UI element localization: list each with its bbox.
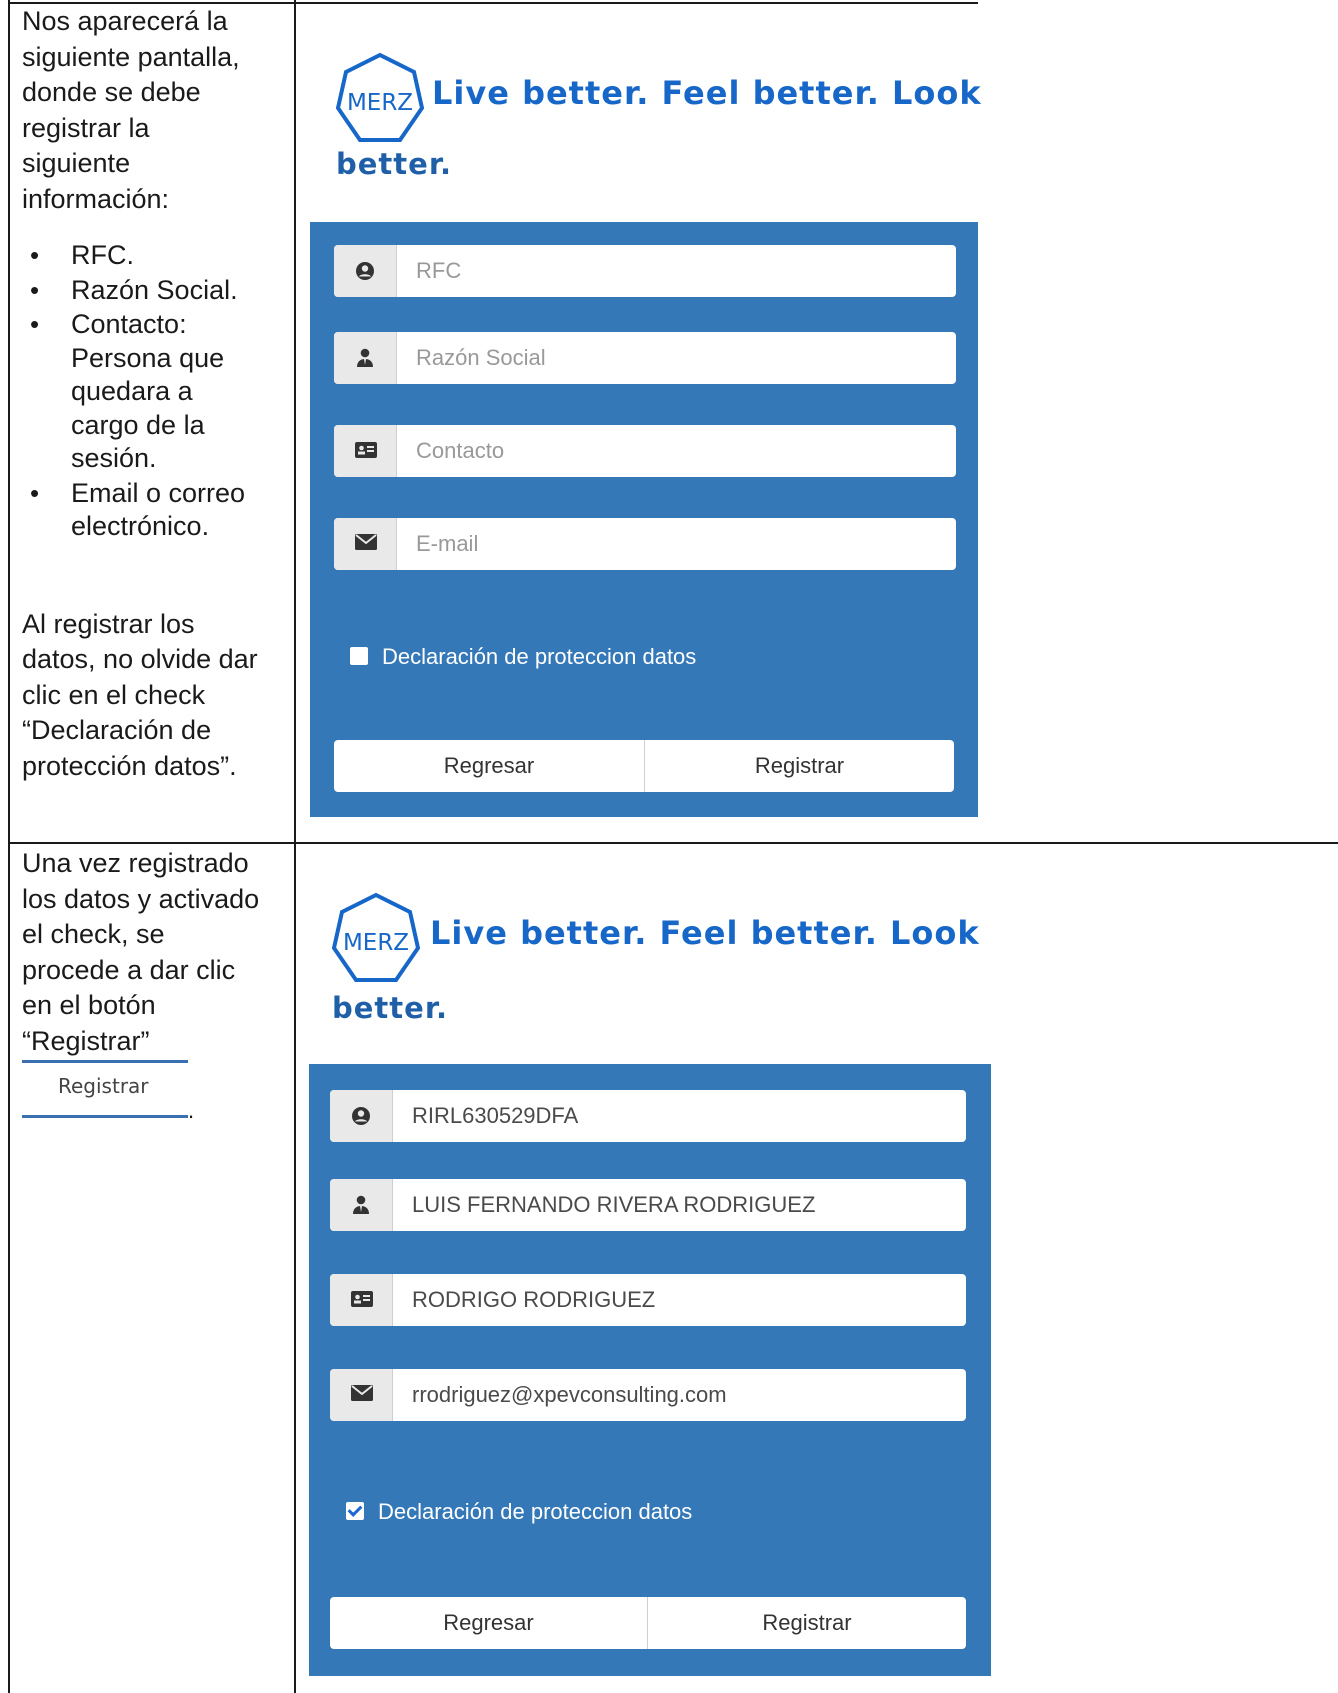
razon-social-field[interactable]: LUIS FERNANDO RIVERA RODRIGUEZ <box>330 1179 966 1231</box>
table-row-divider <box>8 842 1338 844</box>
form-buttons: Regresar Registrar <box>330 1597 966 1649</box>
rfc-field[interactable]: RIRL630529DFA <box>330 1090 966 1142</box>
contacto-field[interactable]: RODRIGO RODRIGUEZ <box>330 1274 966 1326</box>
step1-intro-line: Nos aparecerá la <box>22 6 228 36</box>
registrar-button-image-label: Registrar <box>58 1074 149 1098</box>
brand-tagline: Live better. Feel better. Look <box>430 914 980 952</box>
id-card-icon <box>330 1274 393 1326</box>
list-item: RFC. <box>22 239 284 273</box>
regresar-button[interactable]: Regresar <box>334 740 644 792</box>
registrar-button-image: Registrar <box>22 1060 188 1118</box>
razon-social-input[interactable]: Razón Social <box>416 345 546 371</box>
step1-note-line: Al registrar los <box>22 608 195 639</box>
step1-intro-line: siguiente <box>22 148 131 178</box>
svg-text:MERZ: MERZ <box>343 930 409 956</box>
merz-logo: MERZ <box>332 892 420 982</box>
image-border-bottom <box>22 1115 188 1118</box>
step2-intro-line: el check, se <box>22 919 165 949</box>
step1-intro-line: donde se debe <box>22 77 201 107</box>
merz-logo: MERZ <box>336 52 424 142</box>
step1-note-line: protección datos”. <box>22 750 237 781</box>
contacto-input[interactable]: Contacto <box>416 438 504 464</box>
rfc-input[interactable]: RFC <box>416 258 461 284</box>
table-divider-vertical <box>294 0 296 1693</box>
contacto-field[interactable]: Contacto <box>334 425 956 477</box>
list-item: Razón Social. <box>22 274 284 308</box>
step1-instructions: Nos aparecerá la siguiente pantalla, don… <box>22 4 284 784</box>
user-circle-icon <box>334 245 397 297</box>
checkbox-box-checked[interactable] <box>346 1502 364 1520</box>
step2-intro-line: “Registrar” <box>22 1025 150 1056</box>
step1-note-line: clic en el check <box>22 679 206 710</box>
brand-tagline-continued: better. <box>332 991 449 1025</box>
step2-intro-line: Una vez registrado <box>22 848 249 878</box>
envelope-icon <box>330 1369 393 1421</box>
step2-intro-line: procede a dar clic <box>22 954 236 985</box>
step2-instructions: Una vez registrado los datos y activado … <box>22 846 284 1059</box>
form-buttons: Regresar Registrar <box>334 740 954 792</box>
registrar-button[interactable]: Registrar <box>648 1597 966 1649</box>
rfc-input[interactable]: RIRL630529DFA <box>412 1103 578 1129</box>
email-field[interactable]: rrodriguez@xpevconsulting.com <box>330 1369 966 1421</box>
regresar-button[interactable]: Regresar <box>330 1597 647 1649</box>
brand-tagline: Live better. Feel better. Look <box>432 74 982 112</box>
checkbox-label: Declaración de proteccion datos <box>382 644 697 669</box>
user-tie-icon <box>330 1179 393 1231</box>
registrar-button[interactable]: Registrar <box>645 740 954 792</box>
checkbox-box[interactable] <box>350 647 368 665</box>
step2-intro-line: en el botón <box>22 990 156 1020</box>
step2-intro-line: los datos y activado <box>22 883 260 914</box>
list-item: Contacto: Persona que quedara a cargo de… <box>22 308 284 476</box>
rfc-field[interactable]: RFC <box>334 245 956 297</box>
table-border-left <box>8 0 10 1693</box>
step1-field-list: RFC. Razón Social. Contacto: Persona que… <box>22 239 284 544</box>
step1-note-line: “Declaración de <box>22 715 212 745</box>
step1-note-line: datos, no olvide dar <box>22 644 258 674</box>
razon-social-field[interactable]: Razón Social <box>334 332 956 384</box>
step1-intro-line: registrar la <box>22 112 150 143</box>
razon-social-input[interactable]: LUIS FERNANDO RIVERA RODRIGUEZ <box>412 1192 815 1218</box>
contacto-input[interactable]: RODRIGO RODRIGUEZ <box>412 1287 655 1313</box>
checkbox-label: Declaración de proteccion datos <box>378 1499 693 1524</box>
user-circle-icon <box>330 1090 393 1142</box>
list-item: Email o correo electrónico. <box>22 477 284 544</box>
svg-text:MERZ: MERZ <box>347 90 413 116</box>
image-border-top <box>22 1060 188 1063</box>
envelope-icon <box>334 518 397 570</box>
step1-intro-line: siguiente pantalla, <box>22 41 240 72</box>
id-card-icon <box>334 425 397 477</box>
email-input[interactable]: rrodriguez@xpevconsulting.com <box>412 1382 727 1408</box>
user-tie-icon <box>334 332 397 384</box>
brand-tagline-continued: better. <box>336 147 453 181</box>
trailing-period: . <box>188 1098 195 1123</box>
email-input[interactable]: E-mail <box>416 531 478 557</box>
step1-intro-line: información: <box>22 183 170 214</box>
email-field[interactable]: E-mail <box>334 518 956 570</box>
